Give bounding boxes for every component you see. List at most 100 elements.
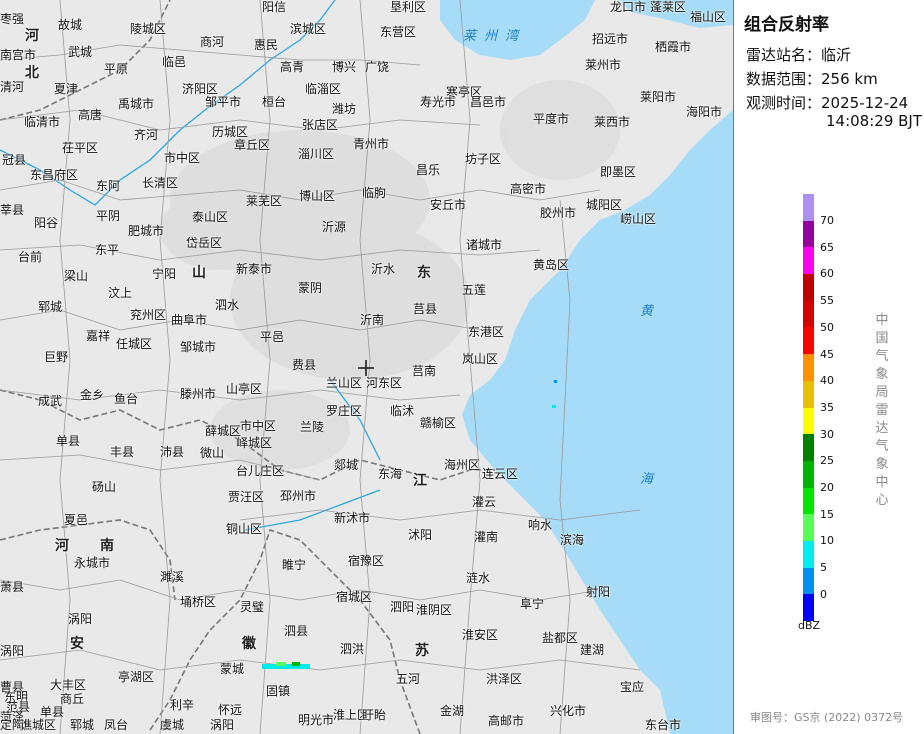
city-label: 灌云 [472,495,497,509]
province-label: 山 [192,265,206,281]
color-swatch [803,594,814,621]
city-label: 响水 [528,518,553,532]
city-label: 夏邑 [64,513,89,527]
city-label: 宝应 [620,680,645,694]
city-label: 冠县 [2,153,27,167]
city-label: 明光市 [298,713,335,727]
city-label: 海州区 [444,458,481,472]
city-label: 东昌府区 [30,168,79,182]
city-label: 台儿庄区 [236,464,285,478]
scale-tick-label: 30 [820,427,834,441]
city-label: 平邑 [260,330,285,344]
city-label: 即墨区 [600,165,637,179]
city-label: 丰县 [110,445,135,459]
agency-label: 中国气象局雷达气象中心 [875,313,889,508]
city-label: 东海 [378,467,403,481]
city-label: 谯城区 [20,718,57,732]
city-label: 微山 [200,446,225,460]
city-label: 泗洪 [340,642,365,656]
city-label: 博山区 [299,189,336,203]
city-label: 汶上 [108,286,133,300]
city-label: 海阳市 [686,105,723,119]
city-label: 永城市 [74,556,111,570]
city-label: 峄城区 [236,436,273,450]
city-label: 邳州市 [280,489,317,503]
city-label: 郯城 [334,458,359,472]
city-label: 连云区 [482,467,519,481]
city-label: 陵城区 [130,22,167,36]
province-label: 南 [100,538,114,554]
city-label: 兴化市 [550,704,587,718]
city-label: 射阳 [586,585,611,599]
city-label: 洪泽区 [486,672,523,686]
map-base [0,0,733,734]
scale-tick-label: 15 [820,507,834,521]
city-label: 邹平市 [205,95,242,109]
province-label: 江 [413,473,427,489]
date-value: 2025-12-24 [821,94,909,112]
color-swatch [803,540,814,568]
city-label: 沂源 [322,220,347,234]
city-label: 兖州区 [130,308,167,322]
color-swatch [803,274,814,301]
color-swatch [803,247,814,275]
range-label: 数据范围： [746,70,822,88]
city-label: 东台市 [645,718,682,732]
city-label: 贾汪区 [228,490,265,504]
city-label: 铜山区 [226,522,263,536]
time-value: 14:08:29 BJT [826,112,923,130]
city-label: 滕州市 [180,387,217,401]
city-label: 胶州市 [540,206,577,220]
city-label: 赣榆区 [420,416,457,430]
city-label: 鱼台 [114,392,139,406]
city-label: 大丰区 [50,678,87,692]
radar-map[interactable]: 莱 州 湾 黄 海 河 北 山 东 江 苏 河 南 安 徽 枣强 故城 夏津 平原 陵城… [0,0,733,734]
color-swatch [803,380,814,408]
water-label-laizhou-bay: 莱 州 湾 [463,29,521,44]
city-label: 济阳区 [182,82,219,96]
city-label: 利辛 [170,698,195,712]
city-label: 兰山区 [326,376,363,390]
city-label: 莱阳市 [640,90,677,104]
station-value: 临沂 [821,46,852,64]
city-label: 肥城市 [128,224,165,238]
scale-tick-label: 40 [820,374,834,388]
city-label: 泗水 [215,298,240,312]
scale-tick-label: 60 [820,267,834,281]
scale-tick-label: 10 [820,534,834,548]
city-label: 曲阜市 [171,313,208,327]
city-label: 淮阴区 [416,603,453,617]
scale-tick-label: 25 [820,454,834,468]
legend-panel: 组合反射率 雷达站名：临沂 数据范围：256 km 观测时间：2025-12-2… [733,0,924,734]
scale-tick-label: 70 [820,214,834,227]
city-label: 宿城区 [336,590,373,604]
scale-tick-label: 20 [820,481,834,494]
city-label: 崂山区 [620,212,657,226]
city-label: 平度市 [533,112,570,126]
city-label: 枣强 [0,12,25,26]
city-label: 邹城市 [180,340,217,354]
station-label: 雷达站名： [746,46,822,64]
color-swatch [803,460,814,488]
city-label: 莱州市 [585,58,622,72]
province-label: 河 [55,538,69,554]
city-label: 成武 [38,394,63,408]
city-label: 故城 [58,18,83,32]
city-label: 平原 [104,62,129,76]
city-label: 齐河 [134,128,159,142]
city-label: 虞城 [160,718,185,732]
city-label: 岱岳区 [186,236,223,250]
city-label: 安丘市 [430,198,467,212]
city-label: 昌邑市 [470,95,507,109]
city-label: 禹城市 [118,97,155,111]
color-swatch [803,327,814,355]
city-label: 福山区 [690,10,727,24]
scale-tick-label: 5 [820,561,827,575]
city-label: 凤台 [104,718,129,732]
city-label: 蓬莱区 [650,0,687,14]
scale-tick-label: 35 [820,400,834,414]
city-label: 新沭市 [334,511,371,525]
color-swatch [803,487,814,515]
city-label: 费县 [292,358,317,372]
city-label: 沛县 [160,445,185,459]
